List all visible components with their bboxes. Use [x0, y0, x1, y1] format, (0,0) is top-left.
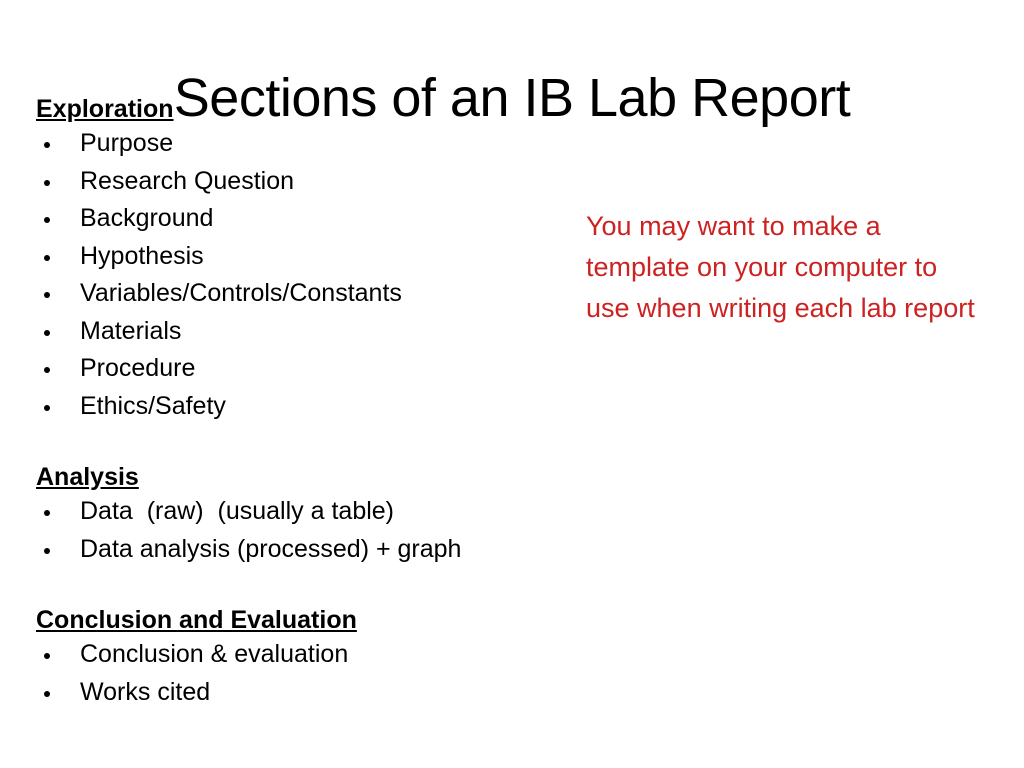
bullet-list-conclusion: Conclusion & evaluation Works cited	[36, 636, 576, 711]
list-item: Works cited	[36, 674, 576, 712]
list-item: Materials	[36, 313, 576, 351]
section-heading-analysis: Analysis	[36, 463, 139, 491]
section-conclusion-and-evaluation: Conclusion and Evaluation Conclusion & e…	[36, 605, 576, 711]
list-item: Ethics/Safety	[36, 388, 576, 426]
list-item: Research Question	[36, 163, 576, 201]
list-item: Purpose	[36, 125, 576, 163]
callout-note: You may want to make a template on your …	[586, 211, 975, 323]
bullet-list-exploration: Purpose Research Question Background Hyp…	[36, 125, 576, 425]
section-analysis: Analysis Data (raw) (usually a table) Da…	[36, 462, 576, 568]
list-item: Variables/Controls/Constants	[36, 275, 576, 313]
bullet-list-analysis: Data (raw) (usually a table) Data analys…	[36, 493, 576, 568]
list-item: Conclusion & evaluation	[36, 636, 576, 674]
list-item: Data (raw) (usually a table)	[36, 493, 576, 531]
list-item: Background	[36, 200, 576, 238]
outline-content: Exploration Purpose Research Question Ba…	[36, 94, 576, 711]
list-item: Data analysis (processed) + graph	[36, 531, 576, 569]
section-heading-exploration: Exploration	[36, 95, 174, 123]
section-heading-conclusion-and-evaluation: Conclusion and Evaluation	[36, 606, 357, 634]
section-exploration: Exploration Purpose Research Question Ba…	[36, 94, 576, 425]
list-item: Procedure	[36, 350, 576, 388]
list-item: Hypothesis	[36, 238, 576, 276]
slide-canvas: Sections of an IB Lab Report Exploration…	[0, 0, 1024, 768]
